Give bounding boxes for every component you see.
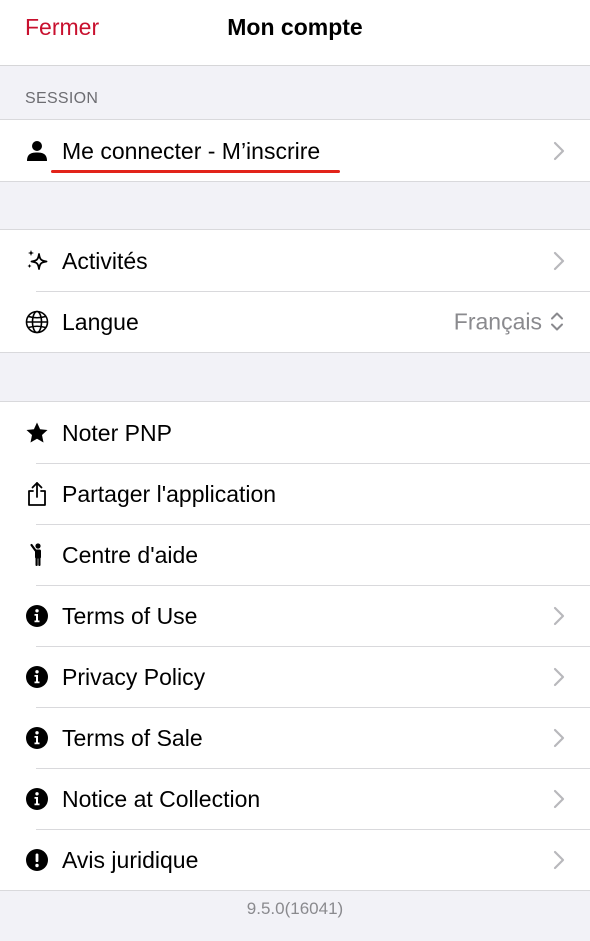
share-icon (25, 481, 49, 506)
info-group: Noter PNP Partager l'application Centre … (0, 401, 590, 891)
app-version: 9.5.0(16041) (246, 899, 344, 918)
sparkles-icon (25, 249, 49, 273)
help-center-label: Centre d'aide (62, 541, 199, 568)
privacy-policy-row[interactable]: Privacy Policy (0, 646, 590, 707)
session-group: Me connecter - M’inscrire (0, 119, 590, 182)
legal-notice-row[interactable]: Avis juridique (0, 829, 590, 890)
language-row[interactable]: Langue Français (0, 291, 590, 352)
activities-label: Activités (62, 247, 148, 274)
info-icon (25, 787, 49, 811)
page-title: Mon compte (227, 14, 363, 40)
chevron-right-icon (553, 789, 565, 808)
person-icon (25, 139, 49, 163)
chevron-right-icon (553, 728, 565, 747)
activities-row[interactable]: Activités (0, 230, 590, 291)
legal-notice-label: Avis juridique (62, 846, 199, 873)
privacy-policy-label: Privacy Policy (62, 663, 206, 690)
language-value: Français (453, 308, 542, 334)
login-underline (51, 170, 340, 173)
chevron-up-down-icon (551, 312, 563, 331)
rate-app-row[interactable]: Noter PNP (0, 402, 590, 463)
notice-at-collection-row[interactable]: Notice at Collection (0, 768, 590, 829)
star-icon (25, 421, 49, 445)
chevron-right-icon (553, 606, 565, 625)
section-header-session: SESSION (25, 90, 99, 107)
login-signup-row[interactable]: Me connecter - M’inscrire (0, 120, 590, 181)
chevron-right-icon (553, 667, 565, 686)
help-center-row[interactable]: Centre d'aide (0, 524, 590, 585)
exclamation-icon (25, 848, 49, 872)
info-icon (25, 665, 49, 689)
chevron-right-icon (553, 141, 565, 160)
terms-of-sale-label: Terms of Sale (62, 724, 203, 751)
terms-of-use-label: Terms of Use (62, 602, 198, 629)
chevron-right-icon (553, 251, 565, 270)
globe-icon (25, 310, 49, 334)
share-app-label: Partager l'application (62, 480, 277, 507)
share-app-row[interactable]: Partager l'application (0, 463, 590, 524)
info-icon (25, 604, 49, 628)
info-icon (25, 726, 49, 750)
help-person-icon (25, 542, 49, 567)
rate-app-label: Noter PNP (62, 419, 172, 446)
navigation-bar: Fermer Mon compte (0, 0, 590, 66)
login-signup-label: Me connecter - M’inscrire (62, 137, 321, 164)
terms-of-sale-row[interactable]: Terms of Sale (0, 707, 590, 768)
language-selector[interactable]: Français (454, 308, 564, 335)
notice-at-collection-label: Notice at Collection (62, 785, 261, 812)
preferences-group: Activités Langue Français (0, 229, 590, 353)
language-label: Langue (62, 308, 139, 335)
terms-of-use-row[interactable]: Terms of Use (0, 585, 590, 646)
chevron-right-icon (553, 850, 565, 869)
